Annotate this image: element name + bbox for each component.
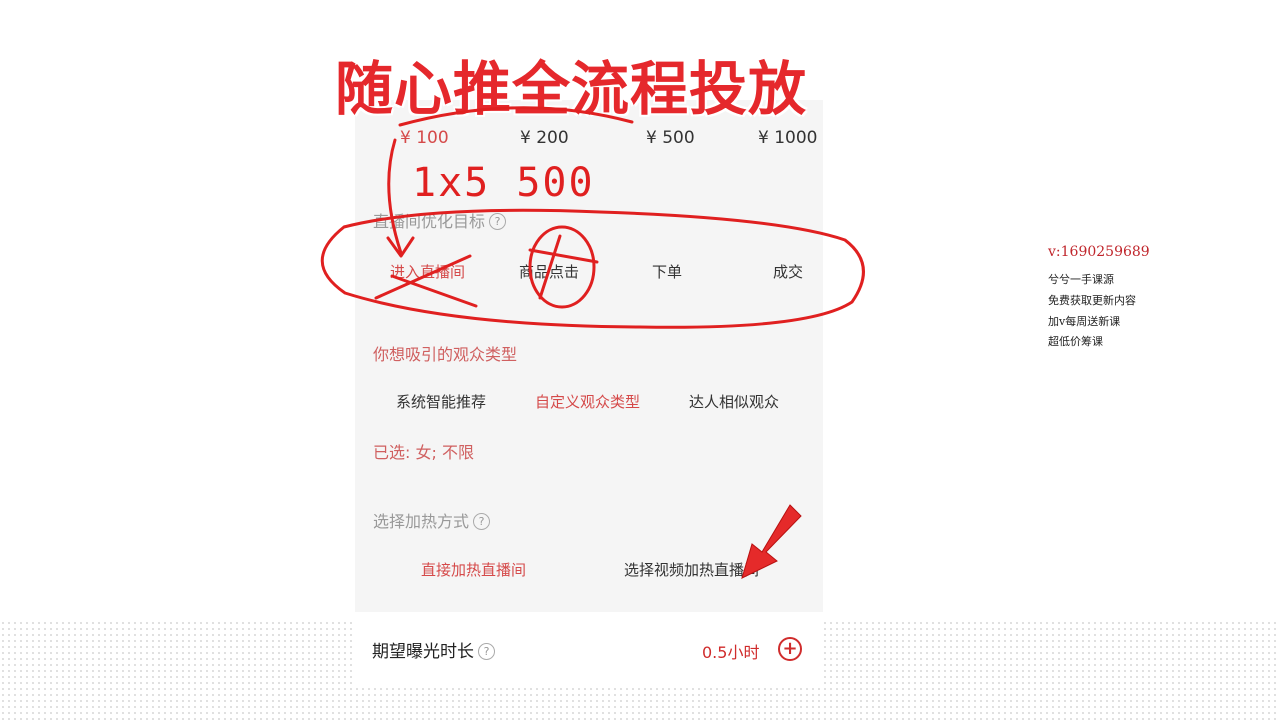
handwritten-annotations: 1x5 500 (320, 106, 865, 579)
ink-stroke (398, 106, 634, 127)
ink-arrow-down (387, 138, 403, 255)
handwriting-note: 1x5 500 (412, 160, 595, 206)
ink-cross (374, 254, 478, 308)
ink-cross-small (528, 234, 599, 300)
arrow-icon (741, 504, 802, 579)
